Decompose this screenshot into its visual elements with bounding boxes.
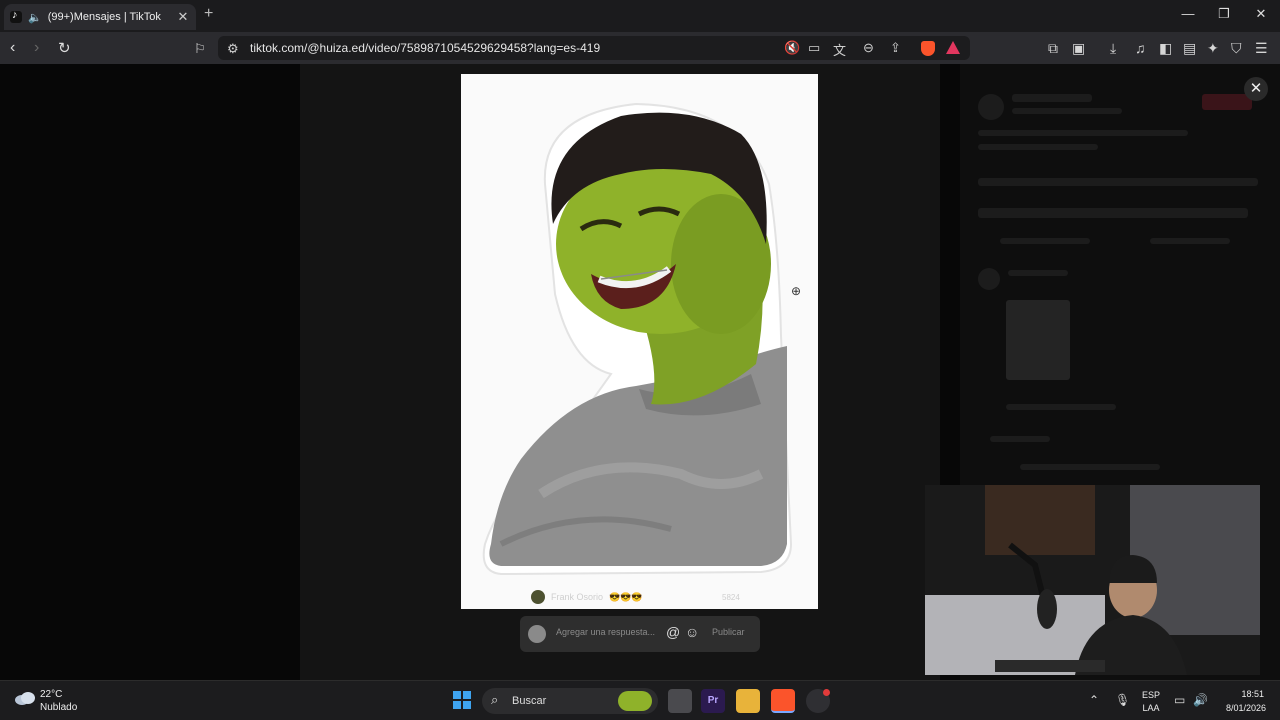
page-content: ✕ ⊕ Frank Osorio 😎😎😎 5824 Agregar una re…	[0, 64, 1280, 680]
comment-image-viewer[interactable]: ⊕ Frank Osorio 😎😎😎 5824	[461, 74, 818, 609]
tab-strip: 🔈 (99+)Mensajes | TikTok ✕ + — ❐ ✕	[0, 0, 1280, 32]
search-icon: ⌕	[491, 692, 499, 707]
tiktok-favicon-icon	[10, 9, 22, 23]
menu-icon[interactable]: ☰	[1255, 40, 1268, 57]
close-viewer-button[interactable]: ✕	[1244, 77, 1268, 101]
vpn-icon[interactable]: ⛉	[1231, 40, 1242, 57]
tab-title: (99+)Mensajes | TikTok	[47, 11, 161, 23]
search-label: Buscar	[512, 695, 547, 707]
taskbar-search[interactable]: ⌕ Buscar	[482, 688, 658, 714]
tab-close-button[interactable]: ✕	[176, 9, 190, 25]
speaker-icon[interactable]: 🔈	[28, 11, 42, 24]
emoji-icon[interactable]: ☺	[685, 624, 699, 640]
cloud-icon[interactable]	[14, 691, 36, 705]
address-field[interactable]: ⚙ tiktok.com/@huiza.ed/video/75898710545…	[218, 36, 970, 60]
comment-timestamp: 5824	[722, 593, 740, 602]
lizard-face-sticker-image	[482, 102, 793, 576]
share-icon[interactable]: ⇪	[890, 40, 901, 56]
translate-icon[interactable]: 文	[833, 40, 846, 59]
image-caption: Frank Osorio 😎😎😎	[531, 590, 643, 604]
premiere-pro-icon[interactable]: Pr	[701, 689, 725, 713]
extensions-icon[interactable]: ⧉	[1048, 40, 1058, 57]
leo-ai-icon[interactable]: ✦	[1207, 40, 1219, 57]
toolbar: ‹ › ↻ ⚐ ⚙ tiktok.com/@huiza.ed/video/758…	[0, 32, 1280, 64]
keyboard-layout[interactable]: LAA	[1140, 703, 1162, 713]
language-code[interactable]: ESP	[1140, 690, 1162, 700]
brave-browser-icon[interactable]	[771, 689, 795, 713]
mute-icon[interactable]: 🔇	[784, 40, 800, 56]
webcam-feed-image	[925, 485, 1260, 675]
maximize-button[interactable]: ❐	[1214, 6, 1234, 22]
avatar	[528, 625, 546, 643]
taskbar: 22°C Nublado ⌕ Buscar Pr ⌃ 🎙 ESP LAA ▭ 🔊…	[0, 680, 1280, 720]
forward-icon[interactable]: ›	[34, 39, 39, 57]
site-info-icon[interactable]: ⚙	[227, 41, 239, 57]
cast-icon[interactable]: ▭	[808, 40, 820, 56]
screenshot-icon[interactable]: ▣	[1072, 40, 1085, 57]
weather-temperature[interactable]: 22°C	[40, 689, 62, 700]
volume-icon[interactable]: 🔊	[1193, 693, 1208, 707]
file-explorer-icon[interactable]	[736, 689, 760, 713]
windows-start-icon[interactable]	[452, 690, 472, 710]
chevron-up-icon[interactable]: ⌃	[1089, 693, 1099, 707]
media-icon[interactable]: ♫	[1135, 40, 1146, 56]
search-highlight-image	[618, 691, 652, 711]
brave-shields-icon[interactable]	[921, 41, 935, 56]
download-icon[interactable]: ⤓	[1110, 40, 1116, 57]
reload-icon[interactable]: ↻	[58, 39, 71, 57]
bookmark-icon[interactable]: ⚐	[194, 41, 206, 57]
comment-reaction: 😎😎😎	[609, 591, 643, 602]
wallet-icon[interactable]: ▤	[1183, 40, 1196, 57]
reply-bar: Agregar una respuesta... @ ☺ Publicar	[520, 616, 760, 652]
minimize-button[interactable]: —	[1178, 6, 1198, 21]
task-view-icon[interactable]	[668, 689, 692, 713]
window-close-button[interactable]: ✕	[1251, 6, 1271, 22]
new-tab-button[interactable]: +	[204, 5, 213, 23]
avatar	[531, 590, 545, 604]
brave-rewards-icon[interactable]	[946, 41, 960, 54]
network-icon[interactable]: ▭	[1174, 693, 1185, 707]
reply-input[interactable]: Agregar una respuesta...	[556, 627, 655, 637]
weather-description[interactable]: Nublado	[40, 702, 77, 713]
sidebar-icon[interactable]: ◧	[1159, 40, 1172, 57]
comment-author: Frank Osorio	[551, 592, 604, 602]
webcam-overlay	[925, 485, 1260, 675]
notification-badge	[823, 689, 830, 696]
mention-icon[interactable]: @	[666, 624, 680, 640]
zoom-icon[interactable]: ⊖	[863, 40, 874, 56]
microphone-icon[interactable]: 🎙	[1115, 693, 1130, 707]
browser-tab[interactable]: 🔈 (99+)Mensajes | TikTok ✕	[4, 4, 196, 30]
clock-date[interactable]: 8/01/2026	[1212, 703, 1266, 713]
post-button[interactable]: Publicar	[712, 627, 745, 637]
zoom-in-cursor-icon: ⊕	[791, 284, 802, 298]
url-text: tiktok.com/@huiza.ed/video/7589871054529…	[250, 41, 601, 55]
back-icon[interactable]: ‹	[10, 39, 15, 57]
clock-time[interactable]: 18:51	[1218, 689, 1264, 699]
